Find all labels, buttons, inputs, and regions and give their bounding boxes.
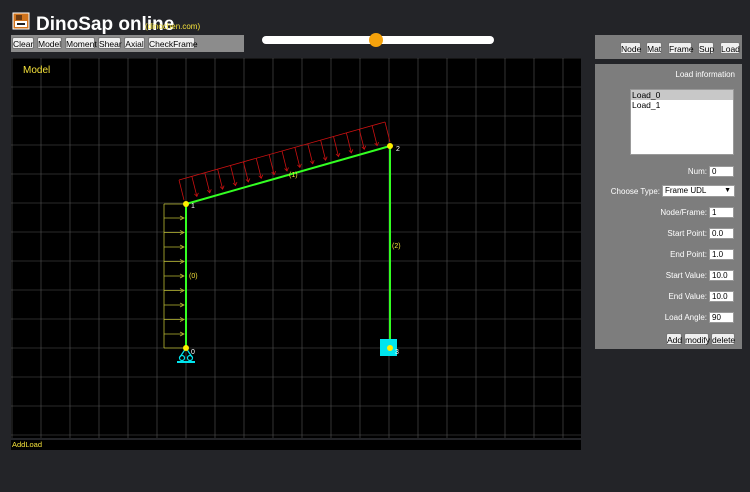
- type-label: Choose Type:: [610, 187, 660, 196]
- check-frame-button[interactable]: CheckFrame: [148, 37, 198, 49]
- load-arrow: [191, 176, 198, 197]
- nodeframe-label: Node/Frame:: [660, 208, 707, 217]
- modify-load-button[interactable]: modify: [684, 333, 710, 345]
- app-logo: [12, 12, 30, 30]
- load-arrow: [204, 172, 211, 193]
- num-label: Num:: [687, 167, 707, 176]
- load-arrow: [255, 158, 262, 179]
- frame-label-1: (1): [289, 172, 298, 179]
- node-0[interactable]: [183, 345, 189, 351]
- load-angle-input[interactable]: 90: [709, 312, 734, 323]
- mat-tab-button[interactable]: Mat: [646, 42, 662, 54]
- sup-tab-button[interactable]: Sup: [698, 42, 714, 54]
- frame-1[interactable]: [185, 145, 391, 205]
- view-toolbar: Clear Model Moment Shear Axial CheckFram…: [11, 35, 244, 52]
- end-value-input[interactable]: 10.0: [709, 291, 734, 302]
- delete-load-button[interactable]: delete: [711, 333, 735, 345]
- axial-button[interactable]: Axial: [124, 37, 145, 49]
- app-subtitle[interactable]: (dinochen.com): [145, 22, 200, 31]
- load-arrow: [230, 165, 236, 186]
- load-info-panel: Load information Load_0 Load_1 Num: 0 Ch…: [595, 64, 742, 349]
- load-arrow: [371, 125, 378, 146]
- load-arrow: [294, 147, 301, 168]
- end-value-label: End Value:: [668, 292, 707, 301]
- frame-label-0: (0): [189, 273, 198, 280]
- node-label-2: 2: [396, 146, 400, 153]
- status-bar: AddLoad: [11, 440, 581, 450]
- node-label-1: 1: [191, 203, 195, 210]
- end-point-input[interactable]: 1.0: [709, 249, 734, 260]
- node-tab-button[interactable]: Node: [620, 42, 641, 54]
- mode-label: Model: [23, 65, 50, 76]
- end-point-label: End Point:: [670, 250, 707, 259]
- start-point-input[interactable]: 0.0: [709, 228, 734, 239]
- load-arrow: [307, 143, 314, 164]
- type-select-value: Frame UDL: [665, 186, 707, 195]
- load-arrow: [345, 132, 352, 153]
- frame-tab-button[interactable]: Frame: [668, 42, 694, 54]
- start-point-label: Start Point:: [667, 229, 707, 238]
- shear-button[interactable]: Shear: [98, 37, 122, 49]
- num-input[interactable]: 0: [709, 166, 734, 177]
- add-load-button[interactable]: Add: [666, 333, 682, 345]
- udl-load: [178, 121, 391, 201]
- list-item[interactable]: Load_0: [631, 90, 733, 100]
- model-drawing[interactable]: Model 0 1 2 3 (0) (1) (2): [11, 57, 581, 438]
- nodeframe-input[interactable]: 1: [709, 207, 734, 218]
- type-select[interactable]: Frame UDL ▼: [662, 185, 735, 197]
- load-arrow: [268, 154, 275, 175]
- grid-lines: [11, 57, 581, 438]
- load-tab-button[interactable]: Load: [720, 42, 740, 54]
- load-list[interactable]: Load_0 Load_1: [630, 89, 734, 155]
- model-canvas[interactable]: Model 0 1 2 3 (0) (1) (2): [11, 57, 581, 438]
- node-3[interactable]: [387, 345, 393, 351]
- node-label-3: 3: [395, 349, 399, 356]
- dino-logo-icon: [12, 12, 30, 30]
- right-nav-bar: Node Mat Frame Sup Load: [595, 35, 742, 59]
- lateral-load: [163, 203, 185, 349]
- model-button[interactable]: Model: [37, 37, 62, 49]
- panel-heading: Load information: [675, 70, 735, 79]
- start-value-input[interactable]: 10.0: [709, 270, 734, 281]
- load-arrow: [320, 140, 327, 161]
- load-arrow: [333, 136, 339, 157]
- node-label-0: 0: [191, 349, 195, 356]
- load-arrow: [217, 169, 224, 190]
- chevron-down-icon: ▼: [724, 187, 731, 194]
- zoom-slider-thumb[interactable]: [368, 33, 383, 47]
- start-value-label: Start Value:: [665, 271, 707, 280]
- moment-button[interactable]: Moment: [65, 37, 97, 49]
- load-angle-label: Load Angle:: [664, 313, 707, 322]
- clear-button[interactable]: Clear: [12, 37, 34, 49]
- node-1[interactable]: [183, 201, 189, 207]
- node-2[interactable]: [387, 143, 393, 149]
- frame-label-2: (2): [392, 243, 401, 250]
- load-arrow: [281, 150, 288, 172]
- list-item[interactable]: Load_1: [631, 100, 733, 110]
